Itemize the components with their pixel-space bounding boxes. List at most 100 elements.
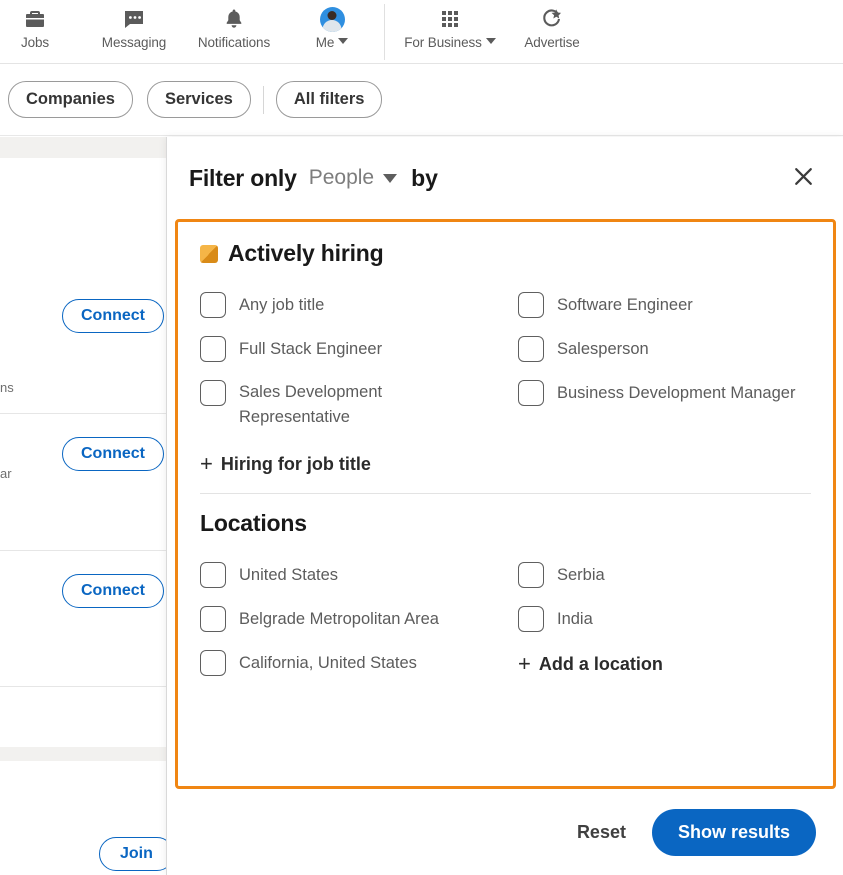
filter-modal-body: Actively hiring Any job title Software E… (175, 219, 836, 789)
hiring-badge-icon (200, 244, 218, 263)
filter-modal-footer: Reset Show results (167, 789, 843, 875)
checkbox-any-job-title[interactable] (200, 292, 226, 318)
nav-item-notifications-label: Notifications (197, 35, 271, 50)
chevron-down-icon (383, 173, 398, 183)
checkbox-salesperson[interactable] (518, 336, 544, 362)
checkbox-label: Serbia (557, 566, 605, 584)
nav-item-jobs-label: Jobs (20, 35, 50, 50)
chevron-down-icon (338, 38, 349, 44)
plus-icon: + (200, 451, 213, 476)
result-divider (0, 413, 170, 414)
checkbox-row-india[interactable]: India (518, 597, 811, 641)
avatar (319, 6, 345, 32)
pill-divider (262, 85, 264, 114)
nav-divider (384, 4, 385, 60)
checkbox-row-any-job-title[interactable]: Any job title (200, 283, 518, 327)
add-hiring-for-job-title-link[interactable]: + Hiring for job title (200, 445, 811, 483)
nav-item-messaging-label: Messaging (101, 35, 167, 50)
app-root: Jobs Messaging Notifications Me For Busi… (0, 0, 843, 875)
result-divider (0, 686, 170, 687)
checkbox-label: Sales Development Representative (239, 383, 383, 426)
bell-icon (222, 6, 246, 32)
nav-item-advertise-label: Advertise (524, 35, 580, 50)
checkbox-business-development-manager[interactable] (518, 380, 544, 406)
avatar-icon (319, 6, 345, 32)
page-background-band (0, 137, 170, 158)
checkbox-software-engineer[interactable] (518, 292, 544, 318)
connect-button[interactable]: Connect (62, 299, 164, 333)
chevron-down-icon (485, 38, 496, 44)
filter-modal-title-prefix: Filter only (189, 164, 297, 191)
top-navigation-bar: Jobs Messaging Notifications Me For Busi… (0, 0, 843, 64)
filter-pill-companies[interactable]: Companies (8, 81, 133, 118)
checkbox-belgrade-metropolitan-area[interactable] (200, 606, 226, 632)
section-actively-hiring: Actively hiring Any job title Software E… (178, 222, 833, 483)
connect-button[interactable]: Connect (62, 437, 164, 471)
join-button[interactable]: Join (99, 837, 170, 871)
entity-type-dropdown-value: People (308, 166, 375, 189)
close-button[interactable] (785, 160, 821, 196)
nav-item-messaging[interactable]: Messaging (92, 0, 176, 50)
checkbox-row-california-united-states[interactable]: California, United States (200, 641, 518, 685)
filter-pill-services[interactable]: Services (146, 81, 251, 118)
checkbox-india[interactable] (518, 606, 544, 632)
result-divider (0, 550, 170, 551)
nav-item-for-business-label: For Business (404, 35, 482, 50)
filter-pill-bar: Companies Services All filters (0, 64, 843, 136)
checkbox-row-united-states[interactable]: United States (200, 553, 518, 597)
connect-button[interactable]: Connect (62, 574, 164, 608)
grid-apps-icon (439, 6, 461, 32)
nav-item-me-label: Me (315, 35, 335, 50)
entity-type-dropdown[interactable]: People (308, 166, 398, 190)
nav-item-advertise[interactable]: Advertise (518, 0, 586, 50)
checkbox-california-united-states[interactable] (200, 650, 226, 676)
checkbox-label: United States (239, 566, 339, 584)
checkbox-label: India (557, 610, 593, 628)
add-a-location-label: Add a location (538, 653, 663, 674)
checkbox-serbia[interactable] (518, 562, 544, 588)
advertise-icon (540, 6, 564, 32)
nav-item-me[interactable]: Me (300, 0, 364, 50)
search-results-background: Connect ns Connect ar Connect Join (0, 137, 170, 875)
checkbox-row-salesperson[interactable]: Salesperson (518, 327, 811, 371)
checkbox-label: Salesperson (557, 340, 649, 358)
checkbox-label: California, United States (239, 654, 417, 672)
checkbox-label: Belgrade Metropolitan Area (239, 610, 439, 628)
checkbox-row-full-stack-engineer[interactable]: Full Stack Engineer (200, 327, 518, 371)
add-a-location-link[interactable]: + Add a location (518, 641, 811, 685)
briefcase-icon (23, 6, 47, 32)
section-actively-hiring-title: Actively hiring (228, 240, 384, 266)
close-icon (791, 164, 816, 192)
plus-icon: + (518, 651, 531, 676)
nav-item-notifications[interactable]: Notifications (186, 0, 282, 50)
checkbox-label: Software Engineer (557, 296, 693, 314)
section-locations-header: Locations (200, 510, 811, 537)
checkbox-label: Full Stack Engineer (239, 340, 383, 358)
checkbox-label: Business Development Manager (557, 384, 796, 402)
filter-modal-header: Filter only People by (167, 137, 843, 219)
page-background-band (0, 747, 170, 761)
actively-hiring-options-grid: Any job title Software Engineer Full Sta… (200, 283, 811, 439)
filter-pill-all-filters[interactable]: All filters (275, 81, 383, 118)
checkbox-full-stack-engineer[interactable] (200, 336, 226, 362)
checkbox-row-serbia[interactable]: Serbia (518, 553, 811, 597)
checkbox-united-states[interactable] (200, 562, 226, 588)
checkbox-row-belgrade-metropolitan-area[interactable]: Belgrade Metropolitan Area (200, 597, 518, 641)
locations-options-grid: United States Serbia Belgrade Metropolit… (200, 553, 811, 685)
checkbox-sales-development-representative[interactable] (200, 380, 226, 406)
add-hiring-for-job-title-label: Hiring for job title (220, 453, 371, 474)
checkbox-row-software-engineer[interactable]: Software Engineer (518, 283, 811, 327)
result-text-fragment: ar (0, 466, 12, 481)
result-text-fragment: ns (0, 380, 14, 395)
section-locations: Locations United States Serbia Belgrade … (178, 494, 833, 685)
checkbox-row-sales-development-representative[interactable]: Sales Development Representative (200, 371, 518, 439)
section-locations-title: Locations (200, 510, 307, 536)
nav-item-jobs[interactable]: Jobs (4, 0, 66, 50)
reset-button[interactable]: Reset (573, 816, 630, 849)
nav-item-for-business[interactable]: For Business (398, 0, 502, 50)
section-actively-hiring-header: Actively hiring (200, 240, 811, 267)
checkbox-row-business-development-manager[interactable]: Business Development Manager (518, 371, 811, 439)
filter-modal-title-suffix: by (411, 164, 438, 191)
message-bubble-icon (122, 6, 146, 32)
show-results-button[interactable]: Show results (651, 808, 816, 856)
